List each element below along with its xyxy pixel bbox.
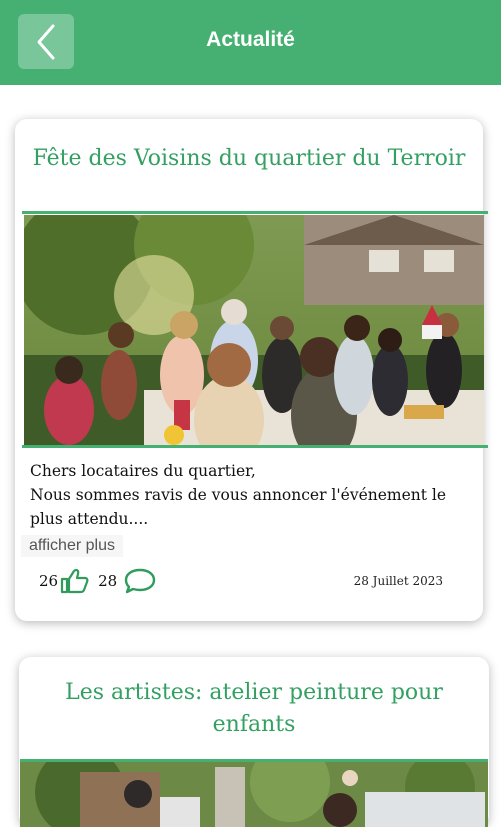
news-card[interactable]: Les artistes: atelier peinture pour enfa… — [19, 657, 489, 827]
party-photo — [24, 215, 484, 445]
thumbs-up-icon[interactable] — [60, 568, 90, 594]
post-stats: 26 28 — [39, 567, 157, 595]
divider — [22, 445, 488, 448]
excerpt-line: Chers locataires du quartier, — [30, 462, 256, 480]
news-card[interactable]: Fête des Voisins du quartier du Terroir — [15, 119, 488, 621]
post-date: 28 Juillet 2023 — [353, 574, 443, 588]
top-bar: Actualité — [0, 0, 501, 85]
news-excerpt: Chers locataires du quartier, Nous somme… — [30, 459, 470, 531]
news-title: Fête des Voisins du quartier du Terroir — [32, 146, 466, 171]
divider — [22, 211, 488, 214]
comment-icon[interactable] — [123, 567, 157, 595]
page-title: Actualité — [206, 28, 295, 51]
news-image[interactable] — [20, 762, 488, 827]
news-image[interactable] — [24, 215, 484, 445]
comment-count: 28 — [98, 572, 118, 590]
news-title: Les artistes: atelier peinture pour enfa… — [65, 680, 443, 737]
workshop-photo — [20, 762, 488, 827]
like-count: 26 — [39, 572, 59, 590]
show-more-link[interactable]: afficher plus — [21, 535, 123, 557]
excerpt-line: Nous sommes ravis de vous annoncer l'évé… — [30, 486, 447, 528]
